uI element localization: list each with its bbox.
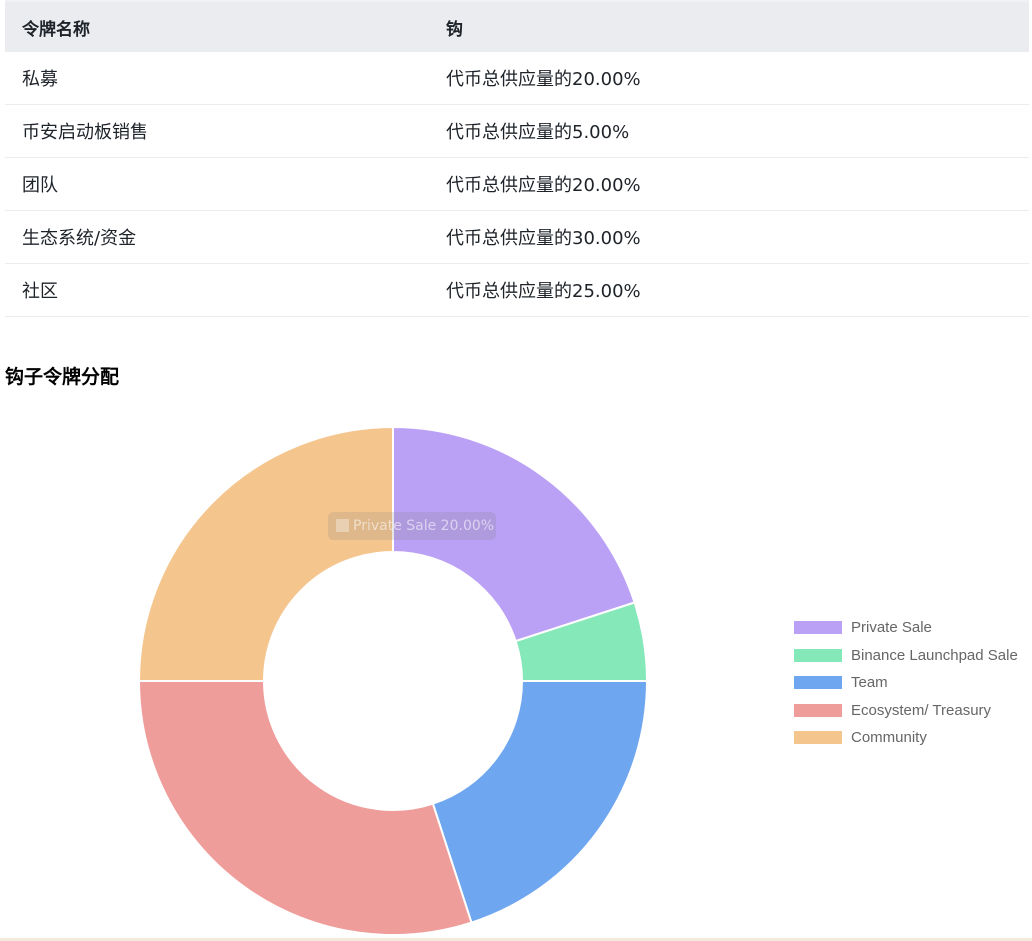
tooltip-text: Private Sale 20.00% bbox=[353, 518, 495, 534]
table-row: 私募 代币总供应量的20.00% bbox=[5, 52, 1029, 105]
chart-tooltip: Private Sale 20.00% bbox=[328, 512, 496, 540]
legend-item[interactable]: Ecosystem/ Treasury bbox=[794, 697, 1018, 725]
legend-item[interactable]: Community bbox=[794, 724, 1018, 752]
row-share: 代币总供应量的20.00% bbox=[429, 157, 1029, 211]
legend-item[interactable]: Team bbox=[794, 669, 1018, 697]
row-share: 代币总供应量的30.00% bbox=[429, 210, 1029, 264]
table-row: 社区 代币总供应量的25.00% bbox=[5, 263, 1029, 317]
row-name: 私募 bbox=[5, 52, 429, 105]
row-share: 代币总供应量的25.00% bbox=[429, 263, 1029, 317]
table-row: 团队 代币总供应量的20.00% bbox=[5, 157, 1029, 211]
legend-item[interactable]: Binance Launchpad Sale bbox=[794, 642, 1018, 670]
donut-slice-team[interactable] bbox=[431, 680, 649, 924]
legend-swatch bbox=[794, 703, 842, 717]
table-header-row: 令牌名称 钩 bbox=[5, 0, 1029, 52]
legend-swatch bbox=[794, 648, 842, 662]
legend-label: Community bbox=[851, 729, 927, 747]
chart-legend: Private Sale Binance Launchpad Sale Team Ec… bbox=[794, 614, 1018, 752]
legend-swatch bbox=[794, 676, 842, 690]
header-token-name: 令牌名称 bbox=[5, 0, 429, 52]
legend-label: Private Sale bbox=[851, 619, 932, 637]
tooltip-swatch bbox=[336, 519, 349, 532]
header-hook: 钩 bbox=[429, 0, 1029, 52]
donut-chart[interactable] bbox=[0, 410, 790, 938]
donut-slice-ecosystem-treasury[interactable] bbox=[137, 680, 473, 936]
legend-label: Ecosystem/ Treasury bbox=[851, 701, 992, 719]
legend-label: Team bbox=[851, 674, 888, 692]
chart-section-title: 钩子令牌分配 bbox=[5, 366, 120, 388]
table-row: 币安启动板销售 代币总供应量的5.00% bbox=[5, 104, 1029, 158]
row-share: 代币总供应量的20.00% bbox=[429, 52, 1029, 105]
row-name: 币安启动板销售 bbox=[5, 104, 429, 158]
row-name: 团队 bbox=[5, 157, 429, 211]
legend-swatch bbox=[794, 621, 842, 635]
legend-label: Binance Launchpad Sale bbox=[851, 646, 1018, 664]
legend-swatch bbox=[794, 731, 842, 745]
legend-item[interactable]: Private Sale bbox=[794, 614, 1018, 642]
row-share: 代币总供应量的5.00% bbox=[429, 104, 1029, 158]
table-row: 生态系统/资金 代币总供应量的30.00% bbox=[5, 210, 1029, 264]
donut-slice-community[interactable] bbox=[137, 425, 394, 682]
row-name: 社区 bbox=[5, 263, 429, 317]
token-allocation-table: 令牌名称 钩 私募 代币总供应量的20.00% 币安启动板销售 代币总供应量的5… bbox=[5, 0, 1029, 317]
row-name: 生态系统/资金 bbox=[5, 210, 429, 264]
